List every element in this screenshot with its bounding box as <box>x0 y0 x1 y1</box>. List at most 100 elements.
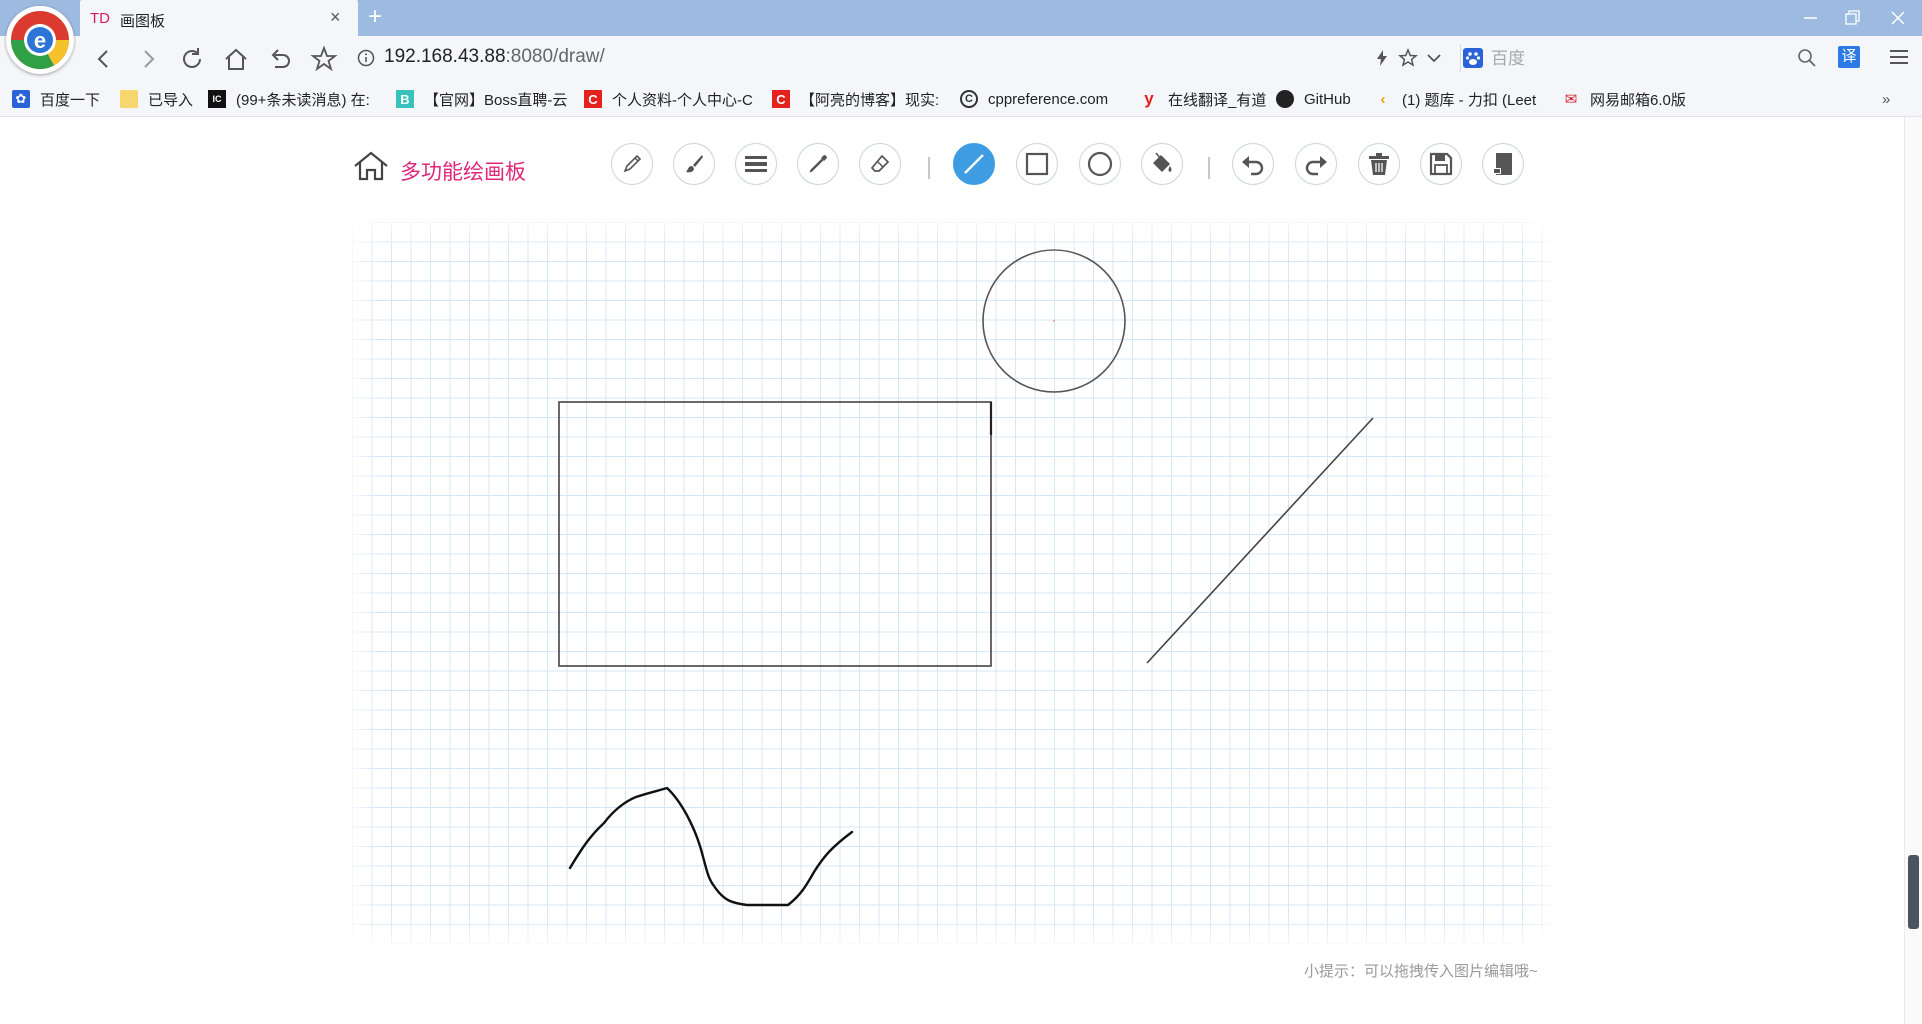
bookmark-label: 在线翻译_有道 <box>1168 91 1267 109</box>
fill-bucket-tool-button[interactable] <box>1141 143 1183 185</box>
bookmark-item[interactable]: ✉ 网易邮箱6.0版 <box>1562 88 1686 110</box>
bookmark-item[interactable]: y 在线翻译_有道 <box>1140 88 1266 110</box>
trash-icon <box>1367 151 1391 177</box>
redo-icon <box>1303 151 1329 177</box>
undo-close-tab-icon[interactable] <box>266 45 294 73</box>
circle-icon <box>1086 150 1114 178</box>
eraser-icon <box>868 152 892 176</box>
bookmark-item[interactable]: 已导入 <box>120 88 193 110</box>
bookmark-label: 个人资料-个人中心-C <box>612 91 753 109</box>
restore-icon[interactable] <box>1832 6 1872 30</box>
address-host: 192.168.43.88 <box>384 46 506 67</box>
translate-icon[interactable]: 译 <box>1838 46 1860 68</box>
undo-button[interactable] <box>1232 143 1274 185</box>
brush-icon <box>682 152 706 176</box>
eyedropper-tool-button[interactable] <box>797 143 839 185</box>
reload-icon[interactable] <box>178 45 206 73</box>
clear-button[interactable] <box>1358 143 1400 185</box>
eraser-tool-button[interactable] <box>859 143 901 185</box>
line-tool-button[interactable] <box>953 143 995 185</box>
chevron-down-icon[interactable] <box>1424 48 1444 68</box>
netease-mail-icon: ✉ <box>1564 91 1578 108</box>
bookmark-item[interactable]: B 【官网】Boss直聘-云 <box>396 88 567 110</box>
drag-image-tip: 小提示：可以拖拽传入图片编辑哦~ <box>1304 963 1538 980</box>
drawn-rectangle <box>558 401 992 667</box>
baidu-paw-icon: ✿ <box>12 90 30 108</box>
redo-button[interactable] <box>1295 143 1337 185</box>
bookmarks-more-button[interactable]: » <box>1882 88 1890 110</box>
undo-icon <box>1240 151 1266 177</box>
line-icon <box>961 151 987 177</box>
rectangle-icon <box>1024 151 1050 177</box>
search-icon[interactable] <box>1797 48 1817 68</box>
csdn-c-icon: C <box>584 90 602 108</box>
bookmark-item[interactable]: Ccppreference.com <box>960 88 1108 110</box>
bookmark-label: cppreference.com <box>988 90 1109 108</box>
app-title: 多功能绘画板 <box>400 161 526 184</box>
youdao-icon: y <box>1144 89 1154 108</box>
download-icon <box>1491 151 1515 177</box>
pencil-icon <box>620 152 644 176</box>
leetcode-icon: ‹ <box>1380 90 1386 108</box>
favorite-star-icon[interactable] <box>310 45 338 73</box>
freehand-stroke <box>568 786 854 907</box>
boss-b-icon: B <box>396 90 414 108</box>
circle-tool-button[interactable] <box>1079 143 1121 185</box>
save-icon <box>1428 151 1454 177</box>
brush-tool-button[interactable] <box>673 143 715 185</box>
github-icon <box>1276 90 1294 108</box>
bookmark-item[interactable]: ✿ 百度一下 <box>12 88 100 110</box>
bookmark-label: (1) 题库 - 力扣 (Leet <box>1402 91 1537 109</box>
drawn-line <box>1146 417 1374 664</box>
close-window-icon[interactable] <box>1878 6 1918 30</box>
bookmark-label: (99+条未读消息) 在: <box>236 91 370 109</box>
forward-icon[interactable] <box>134 45 162 73</box>
bookmarks-bar: ✿ 百度一下 已导入 IC (99+条未读消息) 在: B 【官网】Boss直聘-云 … <box>0 80 1922 117</box>
bookmark-item[interactable]: ‹ (1) 题库 - 力扣 (Leet <box>1374 88 1537 110</box>
lightning-icon[interactable] <box>1372 48 1392 68</box>
bookmark-star-icon[interactable] <box>1398 48 1418 68</box>
page-scrollbar[interactable] <box>1904 117 1922 1024</box>
csdn-c-icon: C <box>772 90 790 108</box>
folder-icon <box>120 90 138 108</box>
bookmark-item[interactable]: GitHub <box>1276 88 1351 110</box>
back-icon[interactable] <box>90 45 118 73</box>
bookmark-label: GitHub <box>1304 90 1351 108</box>
new-tab-button[interactable]: + <box>368 4 382 30</box>
circle-center-dot <box>1053 320 1055 322</box>
browser-title-bar: TD 画图板 × + <box>0 0 1922 36</box>
pencil-tool-button[interactable] <box>611 143 653 185</box>
tab-prefix: TD <box>90 10 110 27</box>
address-bar[interactable]: 192.168.43.88:8080/draw/ <box>384 46 605 68</box>
bookmark-label: 【阿亮的博客】现实: <box>800 91 940 109</box>
menu-icon[interactable] <box>1888 47 1908 67</box>
drawing-canvas[interactable] <box>352 222 1550 944</box>
svg-text:e: e <box>34 28 46 53</box>
baidu-paw-icon <box>1463 48 1483 68</box>
bookmark-label: 【官网】Boss直聘-云 <box>424 91 568 109</box>
bookmark-item[interactable]: IC (99+条未读消息) 在: <box>208 88 370 110</box>
browser-toolbar: 192.168.43.88:8080/draw/ 译 <box>0 36 1922 80</box>
eyedropper-icon <box>806 152 830 176</box>
browser-tab[interactable]: TD 画图板 × <box>80 0 358 36</box>
download-button[interactable] <box>1482 143 1524 185</box>
bookmark-item[interactable]: C 【阿亮的博客】现实: <box>772 88 939 110</box>
minimize-icon[interactable] <box>1790 6 1830 30</box>
line-width-tool-button[interactable] <box>735 143 777 185</box>
site-info-icon[interactable] <box>356 48 376 68</box>
home-icon[interactable] <box>352 150 390 182</box>
app-icon: IC <box>208 90 226 108</box>
tab-close-icon[interactable]: × <box>330 8 341 26</box>
search-input[interactable] <box>1489 47 1763 71</box>
save-button[interactable] <box>1420 143 1462 185</box>
tab-title: 画图板 <box>120 13 166 30</box>
rectangle-tool-button[interactable] <box>1016 143 1058 185</box>
home-icon[interactable] <box>222 45 250 73</box>
address-path: :8080/draw/ <box>505 46 605 67</box>
toolbar-divider <box>1208 157 1210 179</box>
bookmark-label: 已导入 <box>148 91 194 109</box>
bookmark-label: 百度一下 <box>40 91 101 109</box>
toolbar-divider <box>928 157 930 179</box>
bookmark-item[interactable]: C 个人资料-个人中心-C <box>584 88 753 110</box>
scrollbar-thumb[interactable] <box>1908 855 1919 929</box>
